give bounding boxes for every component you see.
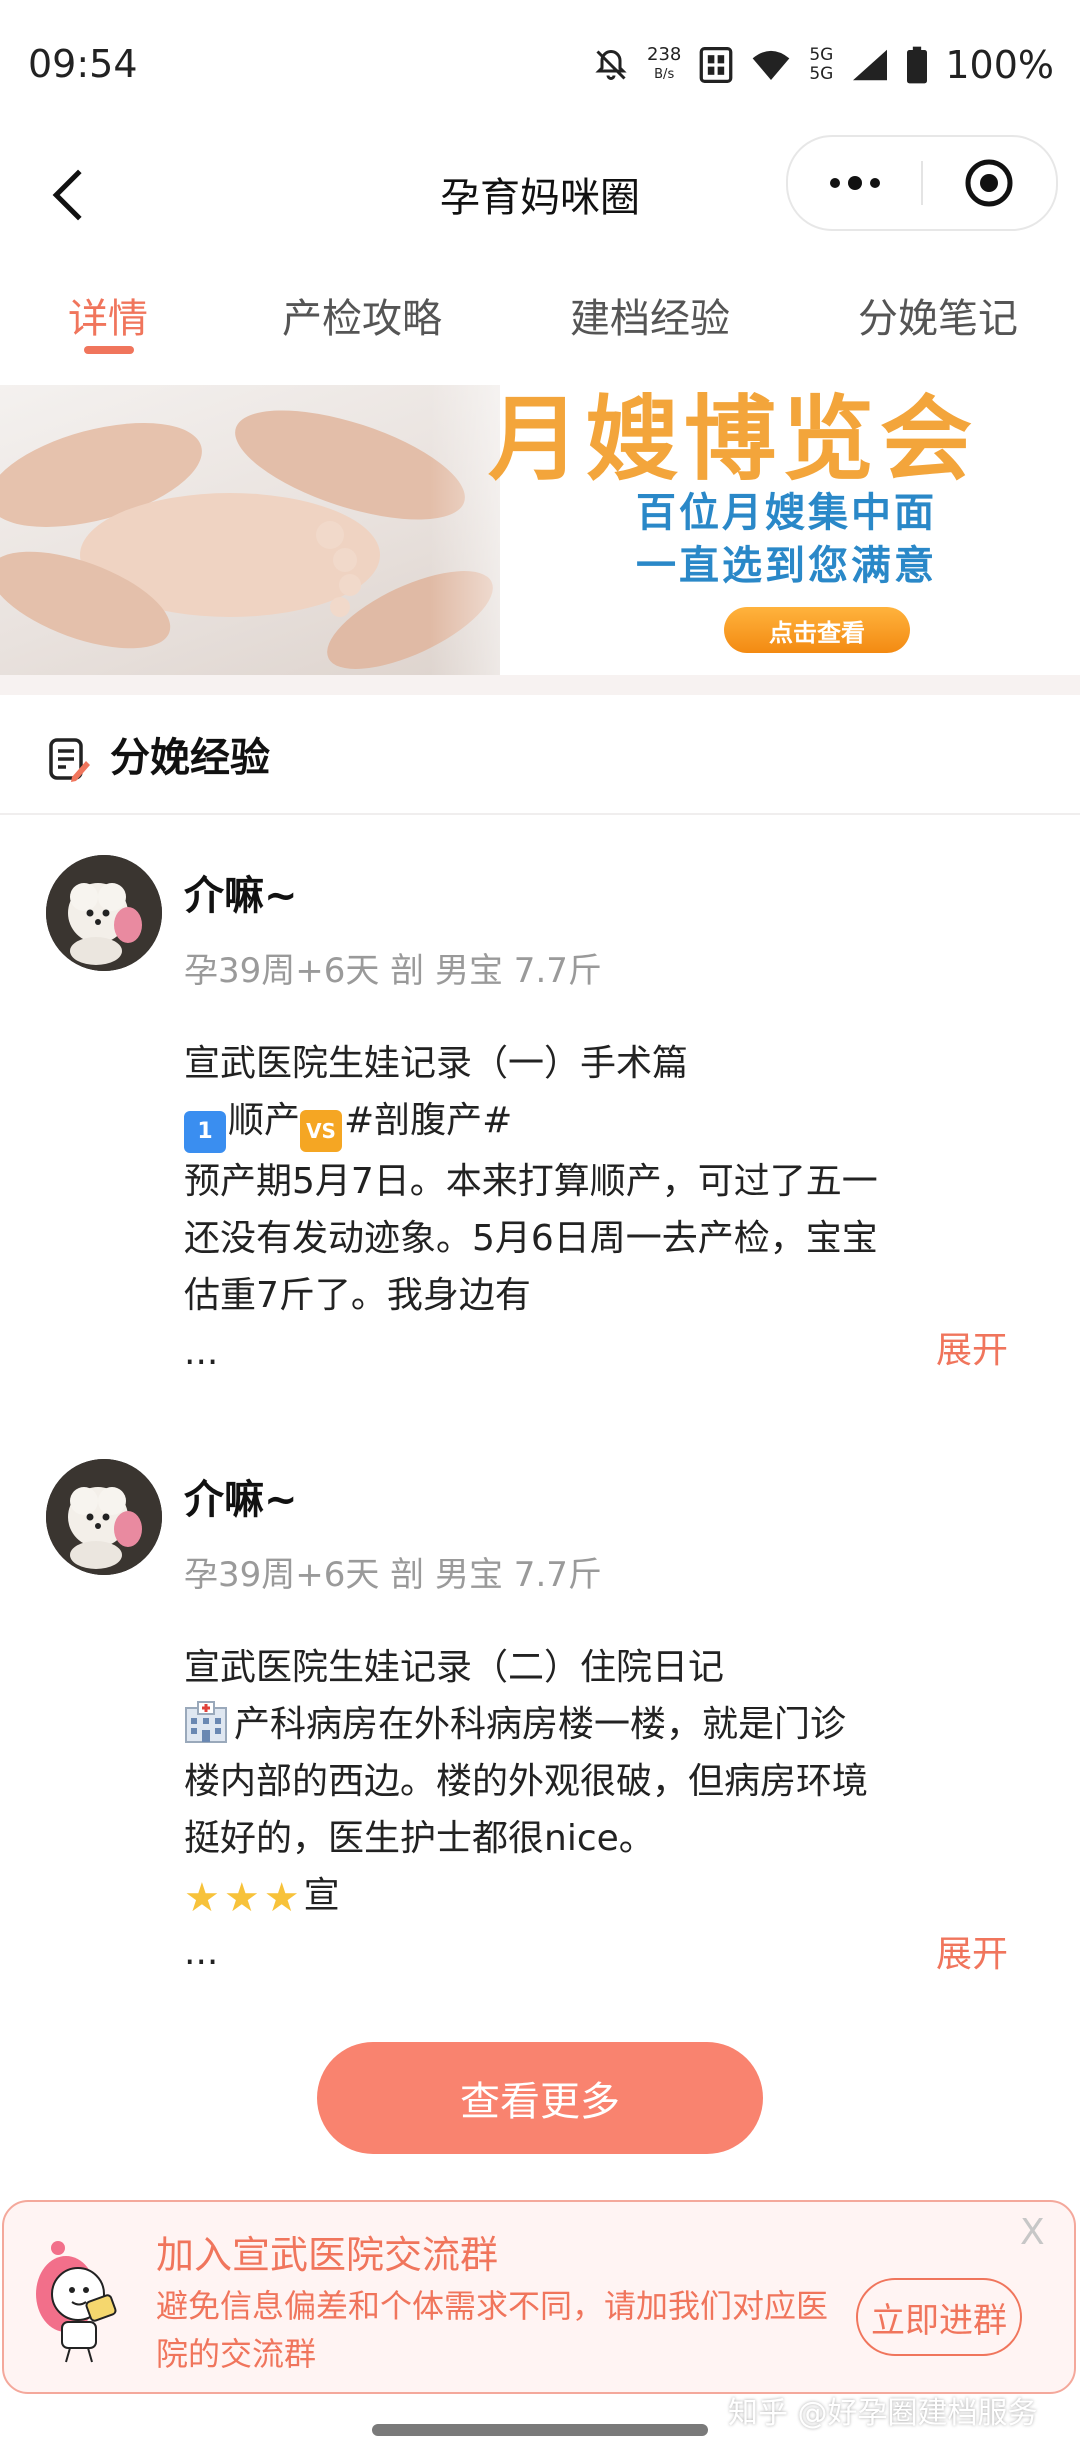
join-group-promo[interactable]: 加入宣武医院交流群 避免信息偏差和个体需求不同，请加我们对应医院的交流群 X 立… [2, 2200, 1076, 2394]
network-type: 5G 5G [809, 46, 833, 84]
expand-link[interactable]: 展开 [936, 1321, 1008, 1373]
post-text-line: 估重7斤了。我身边有 [184, 1275, 531, 1316]
post-text-line: 产科病房在外科病房楼一楼，就是门诊 [184, 1696, 964, 1753]
post-ellipsis: ... [184, 1332, 219, 1373]
baby-feet-photo [0, 385, 500, 675]
status-time: 09:54 [28, 42, 138, 86]
tab-registration-experience[interactable]: 建档经验 [570, 286, 730, 344]
vs-icon: VS [300, 1110, 343, 1152]
tab-details[interactable]: 详情 [68, 286, 148, 344]
network-speed-unit: B/s [654, 67, 675, 82]
post-hashtag[interactable]: #剖腹产# [344, 1100, 512, 1141]
promo-title: 加入宣武医院交流群 [156, 2233, 499, 2277]
post-text-line: 宣武医院生娃记录（一）手术篇 [184, 1043, 689, 1084]
post-body: 宣武医院生娃记录（二）住院日记 产科病房在外科病房楼一楼，就是门诊 楼内部的西边… [184, 1639, 964, 1981]
star-icon: ★ [263, 1875, 300, 1921]
section-header: 分娩经验 [0, 695, 1080, 815]
close-mini-program-button[interactable] [922, 137, 1056, 229]
note-edit-icon [49, 738, 90, 782]
post-author: 介嘛~ [184, 1477, 298, 1523]
post-text-line: 楼内部的西边。楼的外观很破，但病房环境 [184, 1761, 869, 1802]
view-more-button[interactable]: 查看更多 [317, 2042, 763, 2154]
promo-description: 避免信息偏差和个体需求不同，请加我们对应医院的交流群 [156, 2287, 829, 2373]
star-icon: ★ [223, 1875, 260, 1921]
banner-line-1: 百位月嫂集中面 [636, 490, 937, 536]
post-ellipsis: ... [184, 1932, 219, 1973]
close-icon[interactable]: X [1020, 2212, 1045, 2253]
tab-prenatal-guide[interactable]: 产检攻略 [282, 286, 442, 344]
home-indicator[interactable] [372, 2424, 708, 2436]
network-type-bottom: 5G [809, 64, 834, 84]
mini-program-capsule [786, 135, 1058, 231]
avatar[interactable] [46, 855, 162, 971]
post-text-line: 还没有发动迹象。5月6日周一去产检，宝宝 [184, 1218, 878, 1259]
post-meta: 孕39周+6天 剖 男宝 7.7斤 [184, 951, 602, 991]
post-text-fragment: 顺产 [228, 1100, 301, 1141]
avatar[interactable] [46, 1459, 162, 1575]
post-text-line: 预产期5月7日。本来打算顺产，可过了五一 [184, 1161, 878, 1202]
post-author: 介嘛~ [184, 873, 298, 919]
more-button[interactable] [788, 137, 922, 229]
status-bar: 09:54 238 B/s 5G 5G 100% [0, 0, 1080, 135]
bell-off-icon [595, 49, 627, 80]
section-title: 分娩经验 [110, 735, 270, 781]
post-text-fragment: 产科病房在外科病房楼一楼，就是门诊 [234, 1704, 847, 1745]
sim-card-icon [699, 47, 733, 83]
network-speed: 238 B/s [647, 45, 681, 85]
join-group-button[interactable]: 立即进群 [856, 2278, 1022, 2356]
promo-banner[interactable]: 月嫂博览会 百位月嫂集中面 一直选到您满意 点击查看 [0, 385, 1080, 675]
post-body: 宣武医院生娃记录（一）手术篇 1 顺产 VS #剖腹产# 预产期5月7日。本来打算顺产… [184, 1035, 964, 1381]
battery-level: 100% [945, 43, 1054, 87]
post-text-fragment: 宣 [303, 1875, 340, 1916]
wifi-icon [753, 50, 790, 80]
more-dots-icon [830, 176, 880, 190]
target-icon [965, 159, 1013, 207]
network-speed-value: 238 [647, 44, 682, 65]
tab-delivery-notes[interactable]: 分娩笔记 [858, 286, 1018, 344]
signal-icon [853, 49, 888, 81]
active-tab-indicator [84, 346, 134, 354]
banner-cta-button[interactable]: 点击查看 [724, 607, 910, 653]
keycap-one-icon: 1 [184, 1111, 226, 1153]
post-text-line: 挺好的，医生护士都很nice。 [184, 1818, 655, 1859]
hospital-icon [185, 1701, 227, 1743]
post-text-line: ★ ★ ★ 宣 [184, 1867, 964, 1924]
tab-bar: 详情 产检攻略 建档经验 分娩笔记 [0, 270, 1080, 380]
star-icon: ★ [184, 1875, 220, 1921]
post-text-line: 1 顺产 VS #剖腹产# [184, 1092, 964, 1153]
section-divider [0, 675, 1080, 695]
nav-bar: 孕育妈咪圈 [0, 135, 1080, 260]
banner-line-2: 一直选到您满意 [636, 543, 937, 589]
post-meta: 孕39周+6天 剖 男宝 7.7斤 [184, 1555, 602, 1595]
network-type-top: 5G [809, 45, 834, 65]
mascot-icon [36, 2241, 117, 2363]
status-icons: 238 B/s 5G 5G 100% [593, 40, 1054, 90]
post-text-line: 宣武医院生娃记录（二）住院日记 [184, 1647, 725, 1688]
expand-link[interactable]: 展开 [936, 1925, 1008, 1977]
source-credit: 知乎 @好孕圈建档服务 [728, 2396, 1038, 2431]
battery-icon [907, 46, 928, 84]
